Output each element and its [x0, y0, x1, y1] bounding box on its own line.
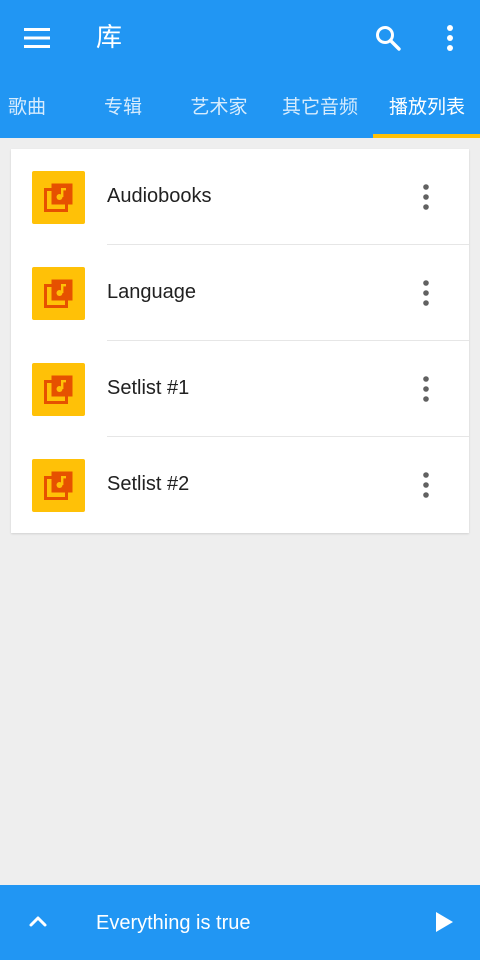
tab-songs[interactable]: 歌曲	[0, 76, 54, 138]
playlist-icon	[44, 375, 73, 404]
menu-icon[interactable]	[22, 24, 52, 52]
playlist-name: Audiobooks	[107, 185, 212, 207]
playlist-list: Audiobooks Language Setlist #1 Setlist #…	[11, 149, 469, 533]
more-vert-icon[interactable]	[415, 181, 437, 213]
playlist-thumbnail	[32, 267, 85, 320]
tab-indicator	[373, 134, 480, 138]
playlist-name: Setlist #1	[107, 377, 190, 399]
playlist-thumbnail	[32, 171, 85, 224]
playlist-icon	[44, 183, 73, 212]
more-vert-icon[interactable]	[415, 277, 437, 309]
chevron-up-icon[interactable]	[26, 909, 50, 933]
more-vert-icon[interactable]	[415, 373, 437, 405]
playlist-item[interactable]: Language	[11, 245, 469, 341]
more-vert-icon[interactable]	[415, 469, 437, 501]
tab-artists[interactable]: 艺术家	[180, 76, 258, 138]
toolbar: 库	[0, 0, 480, 76]
playlist-thumbnail	[32, 459, 85, 512]
more-options-icon[interactable]	[440, 22, 460, 54]
playlist-icon	[44, 471, 73, 500]
playlist-icon	[44, 279, 73, 308]
tab-bar: 歌曲 专辑 艺术家 其它音频 播放列表	[0, 76, 480, 138]
app-bar: 库 歌曲 专辑 艺术家 其它音频 播放列表	[0, 0, 480, 138]
page-title: 库	[96, 23, 123, 53]
tab-albums[interactable]: 专辑	[96, 76, 150, 138]
playlist-item[interactable]: Audiobooks	[11, 149, 469, 245]
playlist-name: Language	[107, 281, 196, 303]
playlist-name: Setlist #2	[107, 473, 190, 495]
now-playing-title: Everything is true	[96, 912, 251, 934]
playlist-thumbnail	[32, 363, 85, 416]
playlist-item[interactable]: Setlist #1	[11, 341, 469, 437]
playlist-item[interactable]: Setlist #2	[11, 437, 469, 533]
search-icon[interactable]	[374, 24, 402, 52]
tab-other-audio[interactable]: 其它音频	[276, 76, 364, 138]
mini-player[interactable]: Everything is true	[0, 885, 480, 960]
play-icon[interactable]	[432, 909, 456, 935]
tab-playlists[interactable]: 播放列表	[378, 76, 476, 138]
